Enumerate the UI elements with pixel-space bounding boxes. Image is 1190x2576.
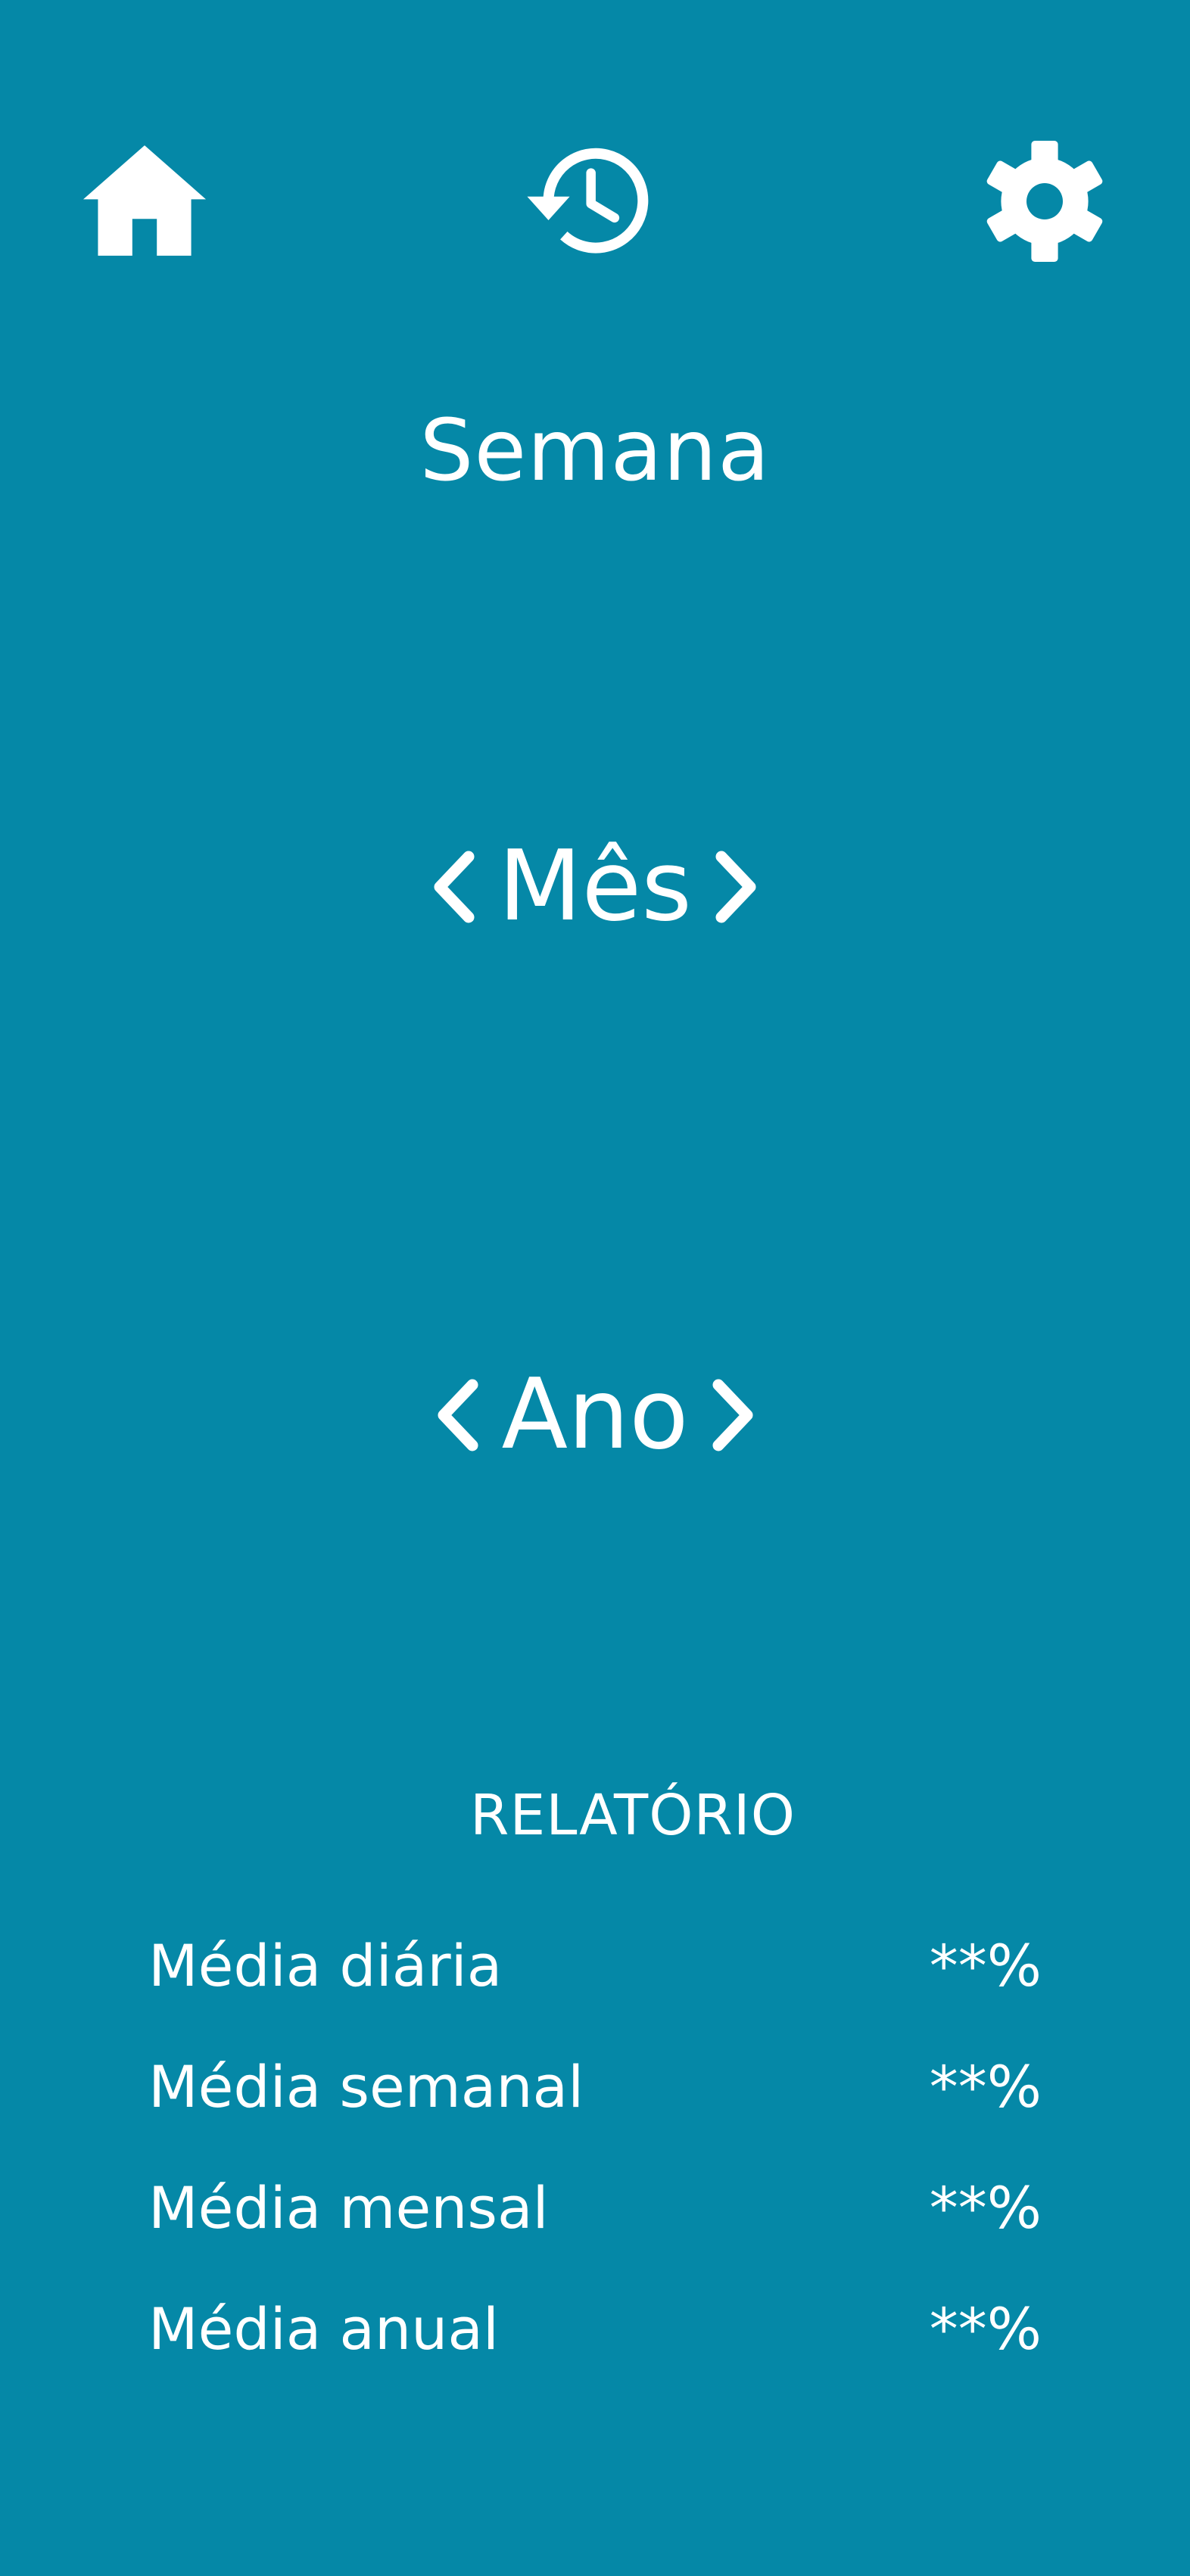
chevron-left-icon[interactable] (428, 849, 478, 925)
chevron-right-icon[interactable] (709, 1377, 759, 1453)
year-selector: Ano (0, 1362, 1190, 1468)
home-icon[interactable] (83, 145, 206, 256)
month-label: Mês (498, 830, 692, 943)
chevron-right-icon[interactable] (712, 849, 762, 925)
history-icon[interactable] (522, 142, 653, 260)
report-row-daily: Média diária **% (148, 1937, 1042, 1995)
year-label: Ano (501, 1358, 689, 1471)
report-row-value: **% (929, 1932, 1042, 1999)
report-row-label: Média semanal (148, 2053, 584, 2120)
report-heading: RELATÓRIO (470, 1783, 796, 1848)
report-row-value: **% (929, 2295, 1042, 2363)
report-row-monthly: Média mensal **% (148, 2179, 1042, 2237)
report-row-value: **% (929, 2174, 1042, 2242)
report-row-weekly: Média semanal **% (148, 2058, 1042, 2116)
report-row-yearly: Média anual **% (148, 2301, 1042, 2358)
report-row-label: Média mensal (148, 2174, 549, 2242)
report-row-value: **% (929, 2053, 1042, 2120)
gear-icon[interactable] (984, 141, 1105, 262)
report-row-label: Média diária (148, 1932, 503, 1999)
report-row-label: Média anual (148, 2295, 500, 2363)
week-title: Semana (419, 402, 771, 500)
chevron-left-icon[interactable] (432, 1377, 482, 1453)
month-selector: Mês (0, 834, 1190, 940)
